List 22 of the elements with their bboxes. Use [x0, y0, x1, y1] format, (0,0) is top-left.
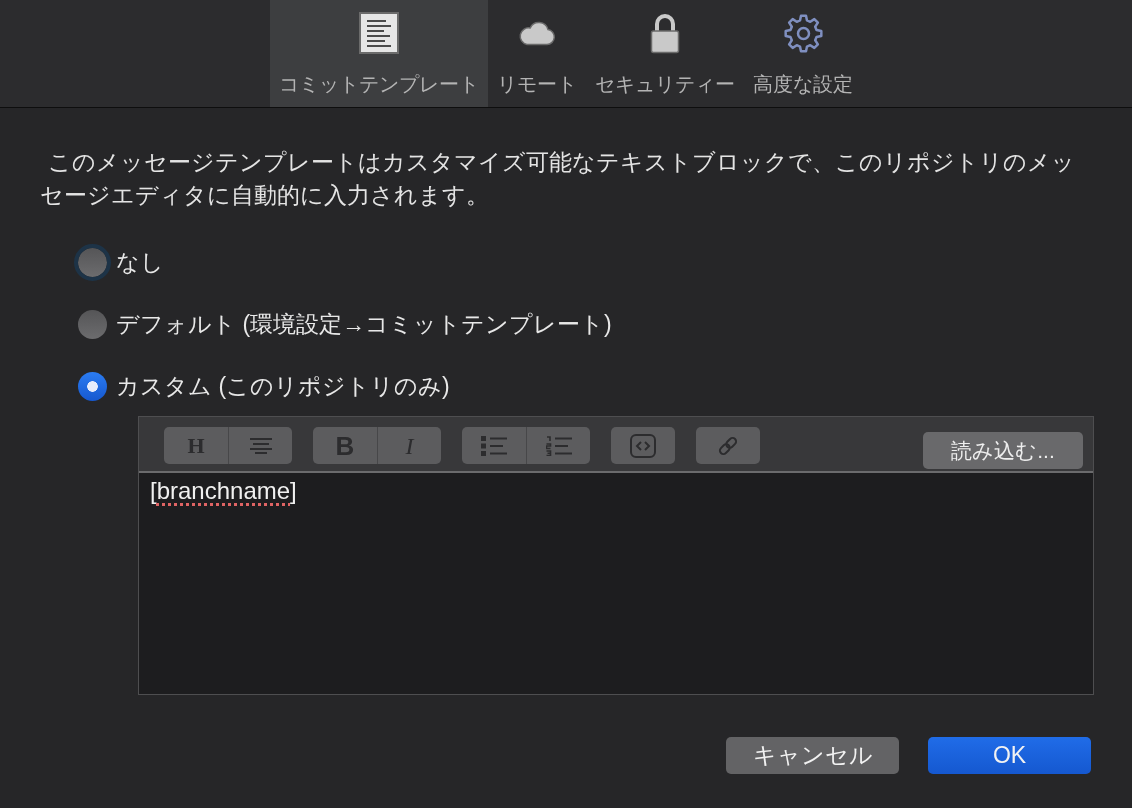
radio-button[interactable]	[78, 309, 107, 339]
tab[interactable]: セキュリティー	[586, 0, 744, 107]
description-text: このメッセージテンプレートはカスタマイズ可能なテキストブロックで、このリポジトリのメッセージエディタに自動的に入力されます。	[40, 148, 1076, 210]
bulleted-list-icon	[481, 435, 507, 456]
radio-button[interactable]	[78, 371, 107, 401]
radio-label[interactable]: カスタム (このリポジトリのみ)	[116, 370, 450, 402]
template-text-area[interactable]: [branchname]	[139, 473, 1093, 694]
align-center-icon	[249, 437, 272, 454]
radio-label[interactable]: デフォルト (環境設定→コミットテンプレート)	[116, 308, 612, 340]
cancel-button[interactable]: キャンセル	[726, 737, 899, 774]
settings-icon	[782, 12, 824, 54]
document-icon	[359, 12, 399, 54]
ok-button[interactable]: OK	[928, 737, 1091, 774]
cloud-icon	[518, 20, 556, 46]
tab[interactable]: コミットテンプレート	[270, 0, 488, 107]
lock-icon	[650, 12, 680, 54]
tab[interactable]: 高度な設定	[744, 0, 862, 107]
numbered-list-icon	[545, 435, 572, 456]
load-button[interactable]: 読み込む...	[923, 432, 1083, 469]
tab[interactable]: リモート	[488, 0, 586, 107]
code-brackets-icon	[630, 433, 656, 458]
radio-label[interactable]: なし	[116, 246, 164, 278]
